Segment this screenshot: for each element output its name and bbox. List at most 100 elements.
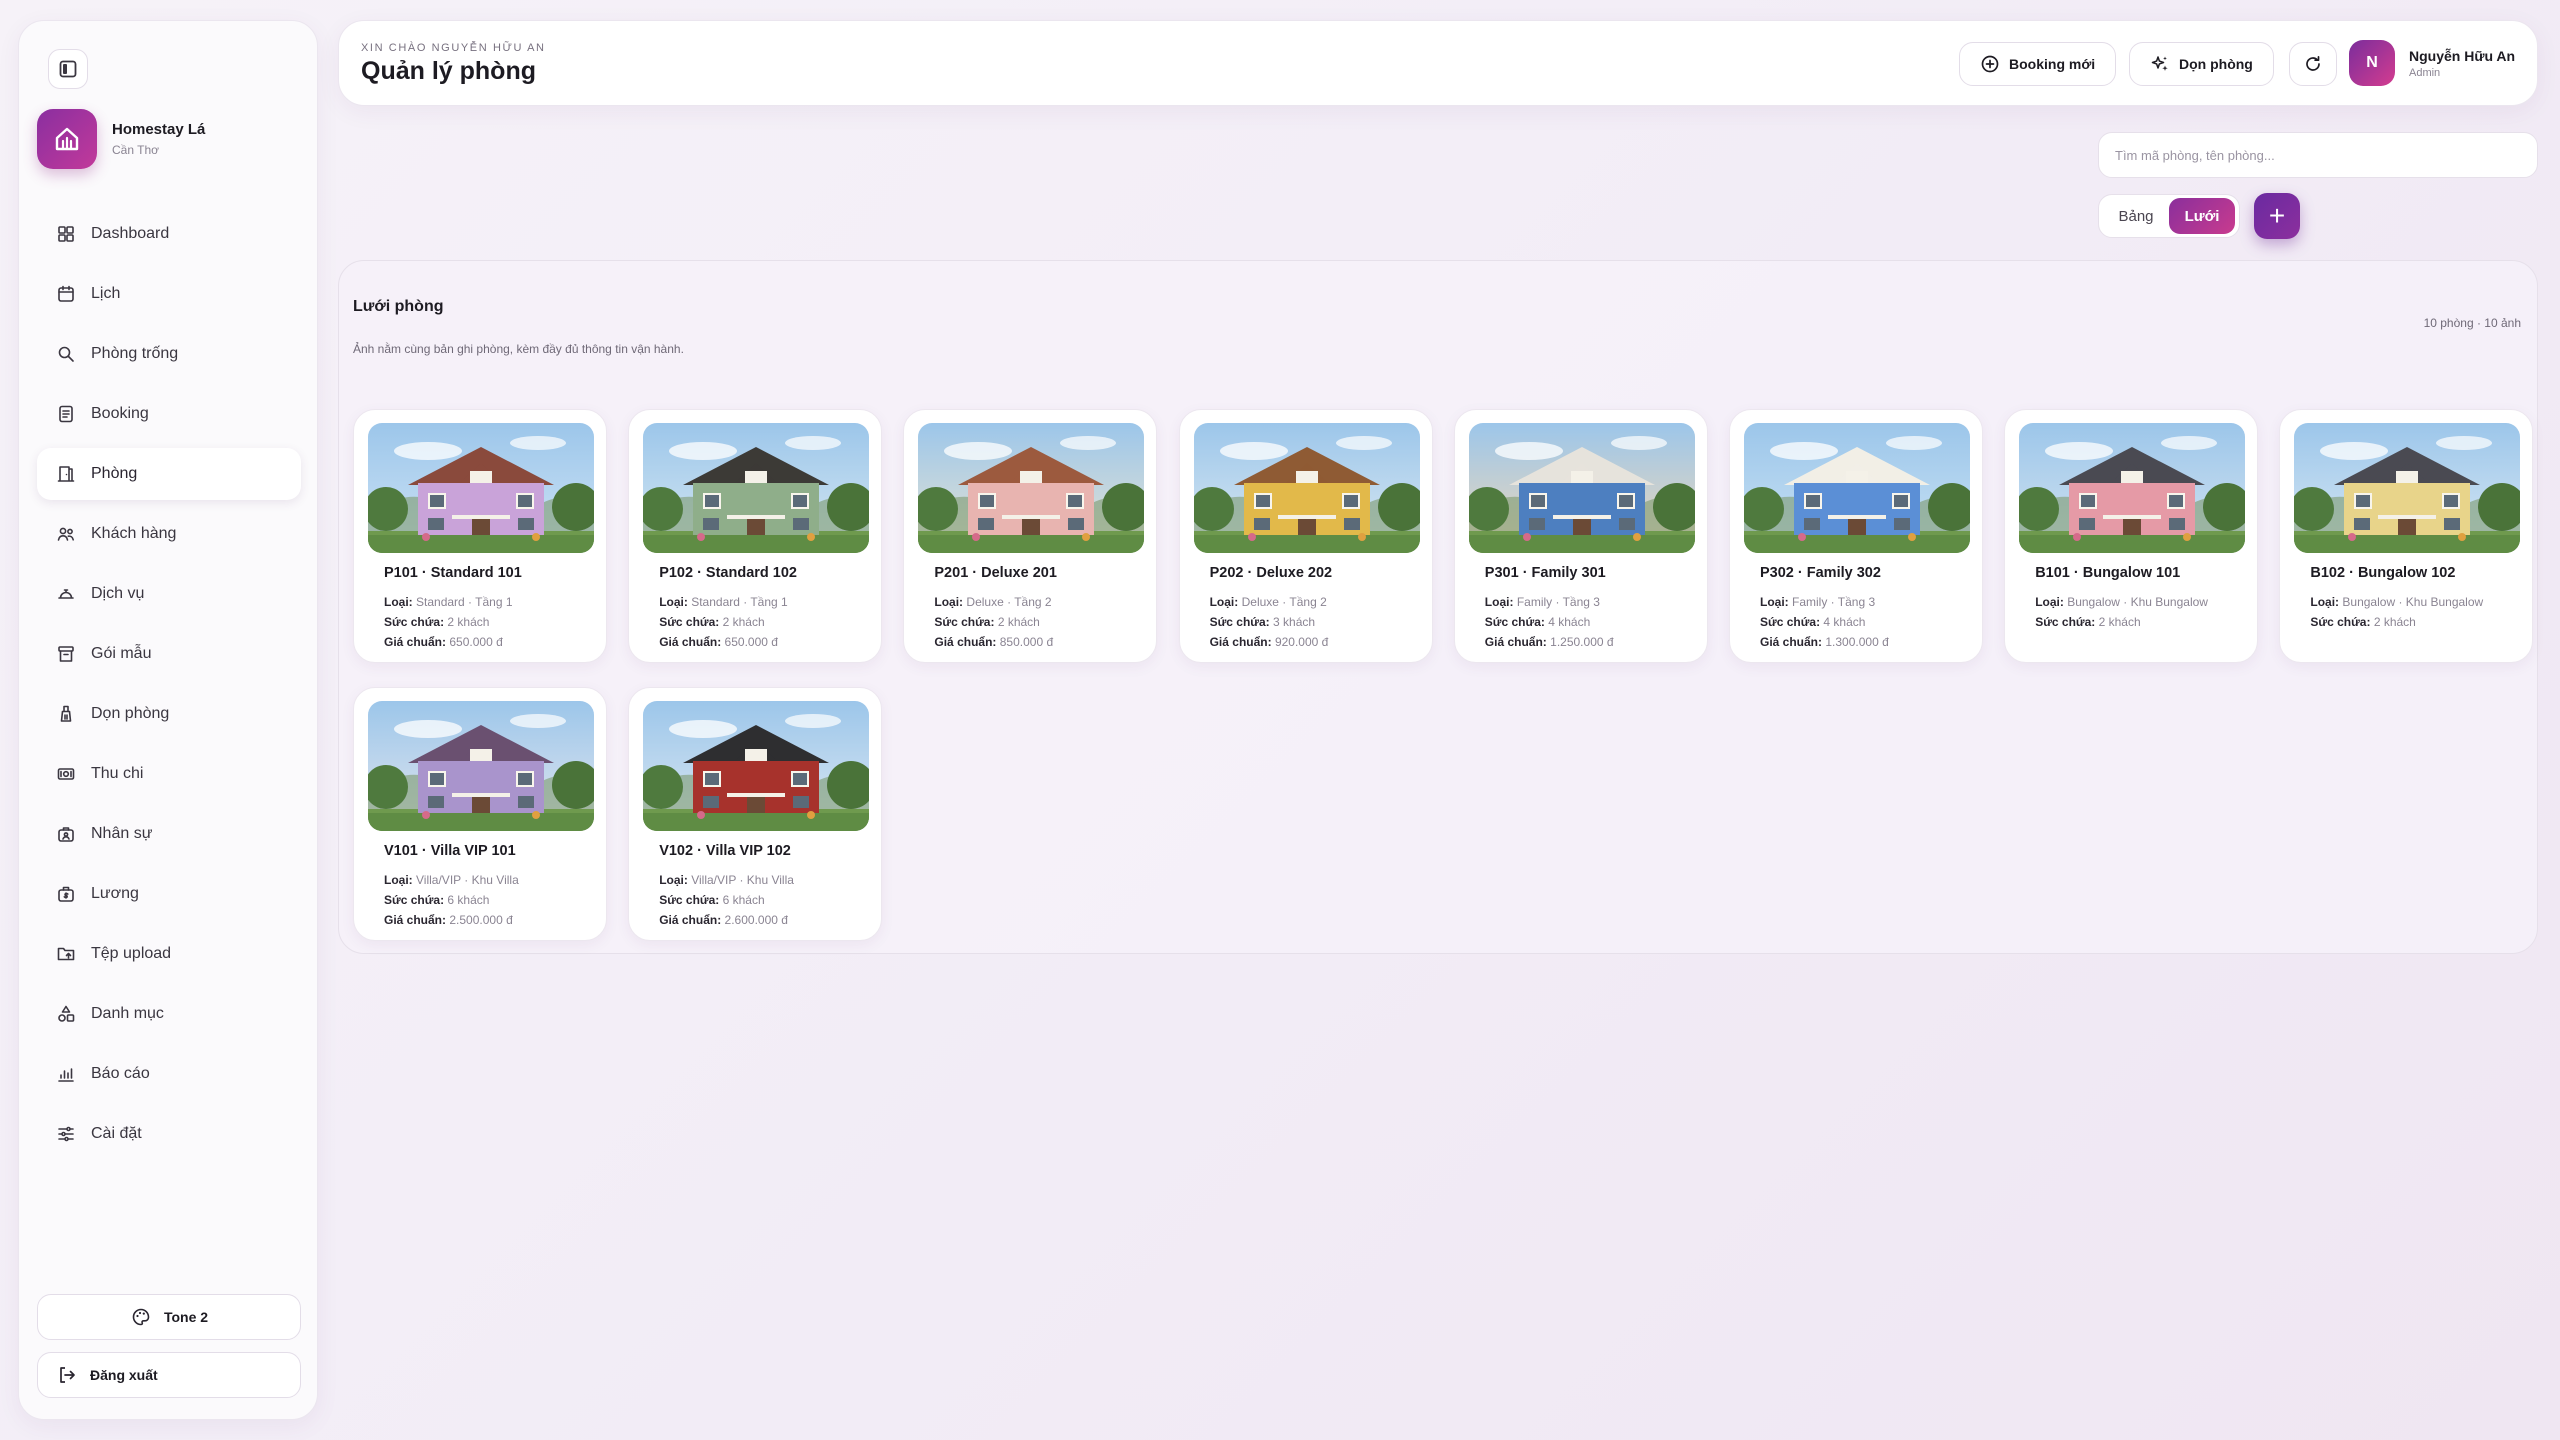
sidebar-item-door[interactable]: Phòng [37, 448, 301, 500]
sidebar-item-cleaning[interactable]: Dọn phòng [37, 688, 301, 740]
staff-icon [55, 823, 77, 845]
sidebar-item-search[interactable]: Phòng trống [37, 328, 301, 380]
room-type-value: Villa/VIP · Khu Villa [416, 873, 519, 887]
room-price: Giá chuẩn: 2.500.000 đ [384, 910, 574, 930]
add-room-button[interactable]: + [2254, 193, 2300, 239]
room-type: Loại: Villa/VIP · Khu Villa [659, 870, 849, 890]
view-grid-tab[interactable]: Lưới [2169, 198, 2235, 234]
user-role: Admin [2409, 66, 2441, 79]
sidebar-item-service-bell[interactable]: Dịch vụ [37, 568, 301, 620]
room-card[interactable]: V101 · Villa VIP 101 Loại: Villa/VIP · Kh… [353, 687, 607, 941]
room-price-label: Giá chuẩn: [1760, 635, 1823, 649]
sidebar-toggle-icon [59, 60, 77, 78]
room-price-label: Giá chuẩn: [659, 635, 722, 649]
sidebar-item-package[interactable]: Gói mẫu [37, 628, 301, 680]
room-card[interactable]: P102 · Standard 102 Loại: Standard · Tầng… [628, 409, 883, 663]
sidebar-item-label: Thu chi [91, 765, 144, 782]
room-type-label: Loại: [934, 595, 964, 609]
room-capacity-label: Sức chứa: [1209, 615, 1270, 629]
logout-button[interactable]: Đăng xuất [37, 1352, 301, 1398]
homestay-logo-icon [55, 127, 79, 151]
room-title: B101 · Bungalow 101 [2035, 565, 2181, 581]
room-type-value: Standard · Tầng 1 [691, 595, 788, 609]
room-price: Giá chuẩn: 2.600.000 đ [659, 910, 849, 930]
room-price-label: Giá chuẩn: [1209, 635, 1272, 649]
sidebar-item-label: Nhân sự [91, 825, 153, 842]
tone-label: Tone 2 [163, 1309, 209, 1325]
sidebar-item-dashboard[interactable]: Dashboard [37, 208, 301, 260]
room-details: Loại: Family · Tầng 3 Sức chứa: 4 khách Gi… [1485, 592, 1675, 652]
sidebar-item-shapes[interactable]: Danh mục [37, 988, 301, 1040]
room-details: Loại: Standard · Tầng 1 Sức chứa: 2 khách… [384, 592, 574, 652]
room-card[interactable]: B101 · Bungalow 101 Loại: Bungalow · Khu … [2004, 409, 2259, 663]
sidebar-item-label: Khách hàng [91, 525, 177, 542]
room-card[interactable]: P301 · Family 301 Loại: Family · Tầng 3 Sứ… [1453, 409, 1708, 663]
room-capacity-value: 2 khách [447, 615, 490, 629]
sidebar-toggle-button[interactable] [48, 49, 88, 89]
room-type: Loại: Standard · Tầng 1 [384, 592, 574, 612]
room-grid-panel: Lưới phòng Ảnh nằm cùng bản ghi phòng, k… [338, 260, 2538, 954]
room-card[interactable]: P201 · Deluxe 201 Loại: Deluxe · Tầng 2 Sứ… [903, 409, 1158, 663]
room-capacity: Sức chứa: 2 khách [659, 612, 849, 632]
room-capacity: Sức chứa: 4 khách [1485, 612, 1675, 632]
sidebar-item-money[interactable]: Thu chi [37, 748, 301, 800]
room-search-input[interactable] [2098, 132, 2538, 178]
sidebar-item-label: Dọn phòng [91, 705, 170, 722]
sidebar-item-payroll[interactable]: Lương [37, 868, 301, 920]
room-capacity-label: Sức chứa: [2310, 615, 2371, 629]
chart-icon [55, 1063, 77, 1085]
room-price: Giá chuẩn: 650.000 đ [384, 632, 574, 652]
view-table-tab[interactable]: Bảng [2103, 198, 2169, 234]
sidebar-item-booking[interactable]: Booking [37, 388, 301, 440]
page-title: Quản lý phòng [361, 57, 536, 85]
grid-description: Ảnh nằm cùng bản ghi phòng, kèm đầy đủ t… [353, 342, 684, 356]
room-capacity-value: 6 khách [722, 893, 765, 907]
room-card[interactable]: B102 · Bungalow 102 Loại: Bungalow · Khu … [2279, 409, 2534, 663]
room-capacity-value: 2 khách [2098, 615, 2141, 629]
cleaning-label: Dọn phòng [2179, 56, 2253, 72]
room-capacity-value: 3 khách [1273, 615, 1316, 629]
sidebar-item-settings-sliders[interactable]: Cài đặt [37, 1108, 301, 1160]
new-booking-button[interactable]: Booking mới [1959, 42, 2117, 86]
room-capacity-label: Sức chứa: [384, 893, 445, 907]
room-capacity-label: Sức chứa: [659, 615, 720, 629]
user-menu[interactable]: N Nguyễn Hữu An Admin [2349, 40, 2515, 86]
grid-count: 10 phòng · 10 ảnh [2423, 316, 2521, 330]
room-price: Giá chuẩn: 920.000 đ [1210, 632, 1400, 652]
room-capacity: Sức chứa: 2 khách [384, 612, 574, 632]
sidebar-item-users[interactable]: Khách hàng [37, 508, 301, 560]
brand-name: Homestay Lá [112, 121, 206, 138]
room-details: Loại: Family · Tầng 3 Sức chứa: 4 khách Gi… [1760, 592, 1950, 652]
room-type-label: Loại: [384, 595, 413, 609]
sidebar-item-chart[interactable]: Báo cáo [37, 1048, 301, 1100]
room-type-label: Loại: [384, 873, 413, 887]
room-title: B102 · Bungalow 102 [2310, 565, 2456, 581]
room-card[interactable]: P202 · Deluxe 202 Loại: Deluxe · Tầng 2 Sứ… [1178, 409, 1433, 663]
room-card[interactable]: V102 · Villa VIP 102 Loại: Villa/VIP · Kh… [628, 687, 883, 941]
refresh-button[interactable] [2289, 42, 2337, 86]
room-capacity-value: 4 khách [1823, 615, 1866, 629]
room-type-label: Loại: [1760, 595, 1789, 609]
shapes-icon [55, 1003, 77, 1025]
room-type-value: Standard · Tầng 1 [416, 595, 513, 609]
sidebar-item-calendar[interactable]: Lịch [37, 268, 301, 320]
payroll-icon [55, 883, 77, 905]
room-capacity-value: 2 khách [722, 615, 765, 629]
room-price: Giá chuẩn: 650.000 đ [659, 632, 849, 652]
brand: Homestay Lá Cần Thơ [37, 109, 205, 169]
room-card[interactable]: P302 · Family 302 Loại: Family · Tầng 3 Sứ… [1729, 409, 1983, 663]
room-capacity: Sức chứa: 4 khách [1760, 612, 1950, 632]
cleaning-button[interactable]: Dọn phòng [2129, 42, 2274, 86]
sidebar-item-folder-upload[interactable]: Tệp upload [37, 928, 301, 980]
room-type-label: Loại: [1484, 595, 1514, 609]
sidebar-item-label: Phòng trống [91, 345, 179, 362]
room-type: Loại: Deluxe · Tầng 2 [1210, 592, 1400, 612]
room-capacity-label: Sức chứa: [934, 615, 995, 629]
tone-button[interactable]: Tone 2 [37, 1294, 301, 1340]
room-capacity: Sức chứa: 2 khách [2035, 612, 2225, 632]
room-title: P302 · Family 302 [1760, 565, 1881, 581]
sparkles-icon [2150, 54, 2170, 74]
sidebar-item-staff[interactable]: Nhân sự [37, 808, 301, 860]
dashboard-icon [55, 223, 77, 245]
room-card[interactable]: P101 · Standard 101 Loại: Standard · Tầng… [353, 409, 607, 663]
